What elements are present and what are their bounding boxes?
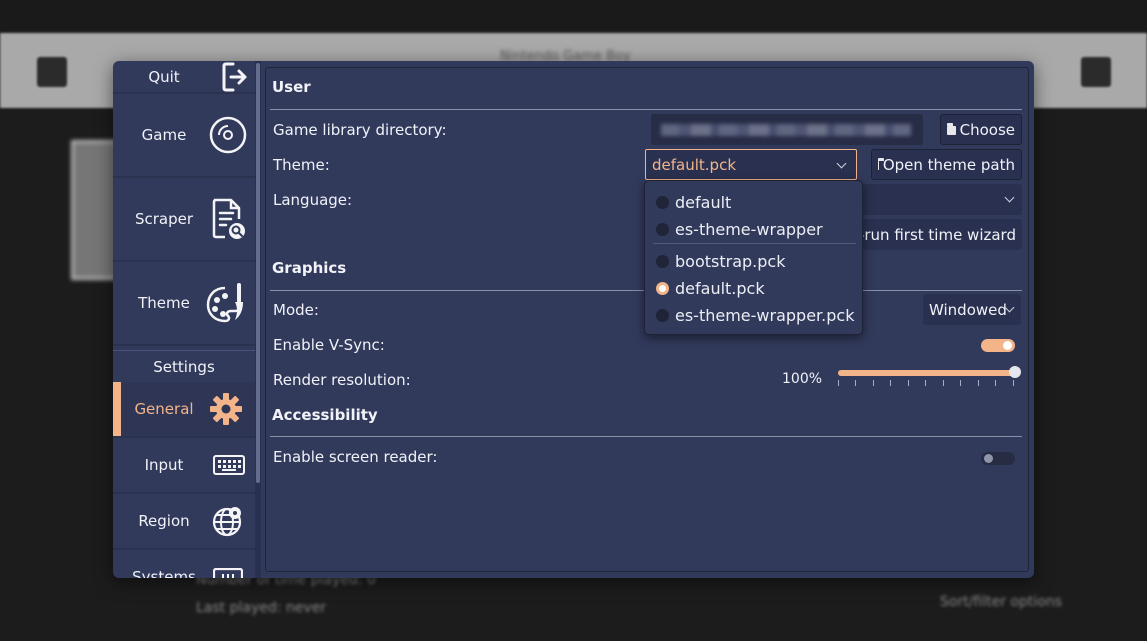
radio-unselected (656, 254, 669, 268)
redacted-path (661, 124, 911, 136)
background-left-button (37, 57, 67, 87)
background-right-button (1081, 57, 1111, 87)
slider-tick (873, 380, 874, 386)
systems-icon (213, 568, 243, 578)
separator (270, 109, 1022, 110)
sidebar-item-systems[interactable]: Systems (113, 550, 255, 578)
mode-select-value: Windowed (929, 300, 1007, 319)
sidebar-item-label: Game (141, 126, 187, 144)
sidebar-item-scraper[interactable]: Scraper (113, 178, 255, 262)
slider-tick (943, 380, 944, 386)
theme-label: Theme: (273, 156, 330, 174)
sidebar-item-theme[interactable]: Theme (113, 262, 255, 346)
screen-reader-toggle[interactable] (981, 452, 1015, 465)
theme-select-value: default.pck (652, 155, 737, 174)
render-resolution-slider[interactable] (838, 370, 1014, 376)
sidebar-item-region[interactable]: Region (113, 494, 255, 550)
mode-label: Mode: (273, 301, 319, 319)
sidebar-item-label: Region (138, 512, 190, 530)
dropdown-option[interactable]: es-theme-wrapper (645, 216, 864, 242)
settings-dialog: Quit Game Scraper Theme Settings General… (113, 61, 1034, 578)
radio-unselected (656, 222, 669, 236)
sidebar-item-label: Systems (132, 568, 196, 578)
rerun-wizard-label: Re-run first time wizard (856, 225, 1016, 244)
sidebar-scrollbar[interactable] (255, 61, 261, 578)
sidebar-item-label: Theme (138, 294, 190, 312)
sidebar-item-label: Input (144, 456, 184, 474)
folder-icon (947, 123, 956, 135)
slider-tick (995, 380, 996, 386)
background-last-played: Last played: never (196, 600, 327, 616)
slider-grabber[interactable] (1009, 366, 1021, 378)
sidebar-item-general[interactable]: General (113, 382, 255, 438)
open-theme-path-label: Open theme path (882, 155, 1015, 174)
slider-tick (908, 380, 909, 386)
dropdown-option-label: es-theme-wrapper.pck (675, 305, 855, 325)
vsync-toggle[interactable] (981, 339, 1015, 352)
dropdown-option-label: default.pck (675, 278, 765, 298)
section-title-accessibility: Accessibility (272, 406, 378, 424)
dropdown-option[interactable]: es-theme-wrapper.pck (645, 302, 864, 328)
section-title-user: User (272, 78, 311, 96)
dropdown-separator (653, 243, 856, 244)
sidebar-item-label: Quit (148, 67, 180, 86)
sidebar-scroll-thumb[interactable] (256, 63, 260, 483)
disc-icon (209, 116, 247, 154)
separator (270, 436, 1022, 437)
document-search-icon (209, 197, 247, 241)
radio-unselected (656, 195, 669, 209)
screen-reader-label: Enable screen reader: (273, 448, 438, 466)
gear-icon (209, 392, 243, 426)
section-title-graphics: Graphics (272, 259, 347, 277)
mode-select[interactable]: Windowed (923, 294, 1021, 325)
sidebar-item-game[interactable]: Game (113, 94, 255, 178)
choose-button[interactable]: Choose (940, 114, 1022, 145)
radio-selected (656, 281, 669, 295)
folder-icon (878, 158, 883, 170)
open-theme-path-button[interactable]: Open theme path (871, 149, 1022, 180)
sidebar-item-input[interactable]: Input (113, 438, 255, 494)
chevron-down-icon (1004, 192, 1015, 203)
theme-select[interactable]: default.pck (645, 149, 857, 180)
keyboard-icon (213, 455, 245, 475)
slider-tick (978, 380, 979, 386)
quit-icon (221, 61, 249, 93)
toggle-knob (1003, 341, 1012, 350)
dropdown-option[interactable]: default (645, 189, 864, 215)
settings-header: Settings (113, 350, 255, 382)
slider-tick (855, 380, 856, 386)
slider-tick (890, 380, 891, 386)
dropdown-option-label: bootstrap.pck (675, 251, 786, 271)
background-sort-options: Sort/filter options (940, 594, 1062, 610)
top-bar (0, 0, 1147, 30)
language-select[interactable] (856, 184, 1022, 215)
sidebar-item-label: Scraper (134, 210, 194, 228)
theme-dropdown-popup: default es-theme-wrapper bootstrap.pck d… (644, 180, 863, 335)
sidebar: Quit Game Scraper Theme Settings General… (113, 61, 255, 578)
slider-tick (925, 380, 926, 386)
slider-tick (838, 380, 839, 386)
dropdown-option-label: es-theme-wrapper (675, 219, 823, 239)
game-library-path-field[interactable] (651, 114, 923, 145)
dropdown-option[interactable]: bootstrap.pck (645, 248, 864, 274)
vsync-label: Enable V-Sync: (273, 336, 385, 354)
chevron-down-icon (836, 158, 847, 169)
dropdown-option-selected[interactable]: default.pck (645, 275, 864, 301)
palette-icon (205, 280, 247, 326)
rerun-wizard-button[interactable]: Re-run first time wizard (856, 219, 1022, 250)
sidebar-item-label: General (134, 400, 194, 418)
toggle-knob (984, 454, 993, 463)
sidebar-item-quit[interactable]: Quit (113, 61, 255, 94)
slider-tick (960, 380, 961, 386)
choose-button-label: Choose (959, 120, 1015, 139)
language-label: Language: (273, 191, 353, 209)
slider-tick (1013, 380, 1014, 386)
render-resolution-value: 100% (782, 371, 823, 387)
globe-pin-icon (211, 504, 245, 538)
radio-unselected (656, 308, 669, 322)
render-resolution-label: Render resolution: (273, 371, 411, 389)
dropdown-option-label: default (675, 192, 732, 212)
game-library-label: Game library directory: (273, 121, 447, 139)
